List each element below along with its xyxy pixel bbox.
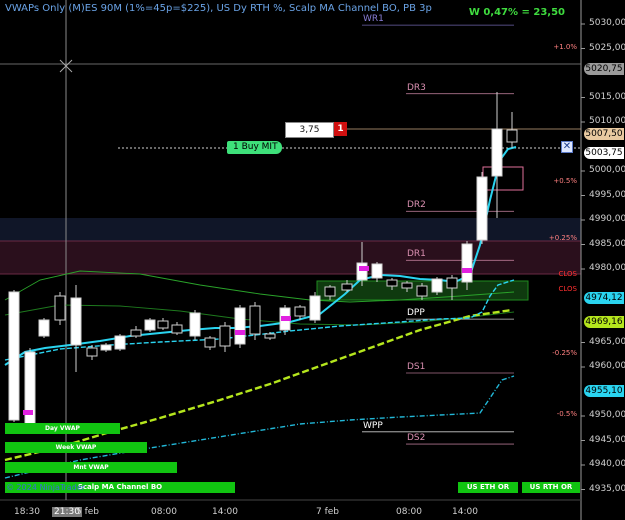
price-tick-label: 4935,00	[589, 483, 625, 494]
price-tick-label: 4940,00	[589, 459, 625, 469]
candle	[189, 310, 201, 340]
candle	[431, 277, 443, 295]
level-label-ds2: DS2	[407, 433, 426, 444]
level-label-dpp: DPP	[407, 308, 425, 319]
level-label-dr1: DR1	[407, 249, 426, 260]
candle	[371, 262, 383, 282]
level-label-wr1: WR1	[363, 14, 384, 25]
watermark: © 2024 NinjaTrader	[6, 483, 86, 492]
price-marker[interactable]: 4969,16	[584, 316, 624, 329]
pct-label: +0.5%	[553, 177, 577, 186]
pl-readout: W 0,47% = 23,50	[468, 7, 565, 18]
candle	[249, 302, 261, 340]
chart-window[interactable]: VWAPs Only (M)ES 90M (1%=45p=$225), US D…	[0, 0, 625, 520]
buy-mit-order-tag[interactable]: 1 Buy MIT	[227, 141, 282, 154]
indicator-tag-0[interactable]: Day VWAP	[5, 423, 120, 434]
pct-label: CLOS	[558, 285, 578, 294]
price-tick-label: 5000,00	[589, 165, 625, 175]
price-marker[interactable]: 4974,12	[584, 291, 624, 304]
magenta-marker	[462, 268, 472, 273]
price-tick-label: 4980,00	[589, 263, 625, 273]
pct-label: CLOS	[558, 270, 578, 279]
time-label: 7 feb	[316, 507, 340, 517]
time-label: 5 feb	[76, 507, 100, 517]
level-label-wpp: WPP	[363, 420, 383, 431]
price-tick-label: 5015,00	[589, 91, 625, 102]
candle	[24, 348, 36, 430]
candle	[130, 326, 142, 338]
price-tick-label: 4965,00	[589, 336, 625, 347]
time-label: 14:00	[452, 507, 478, 517]
magenta-marker	[235, 330, 245, 335]
candle	[171, 322, 183, 335]
magenta-marker	[281, 316, 291, 321]
candle	[38, 318, 50, 338]
price-tick-label: 4950,00	[589, 410, 625, 420]
candle	[157, 318, 169, 330]
price-tick-label: 4985,00	[589, 238, 625, 249]
candle	[114, 334, 126, 351]
indicator-tag-5[interactable]: US RTH OR	[522, 482, 580, 493]
level-label-ds1: DS1	[407, 362, 426, 372]
price-tick-label: 4960,00	[589, 361, 625, 371]
price-marker[interactable]: 4955,10	[584, 385, 624, 397]
price-tick-label: 4990,00	[589, 214, 625, 224]
price-tick-label: 4995,00	[589, 189, 625, 200]
level-label-dr2: DR2	[407, 200, 426, 211]
price-marker[interactable]: 5007,50	[584, 128, 624, 141]
price-tick-label: 4945,00	[589, 434, 625, 445]
candle	[506, 112, 518, 148]
magenta-marker	[23, 410, 33, 415]
time-label: 08:00	[151, 507, 177, 517]
price-tick-label: 5025,00	[589, 42, 625, 53]
price-tick-label: 5010,00	[589, 116, 625, 126]
candle	[309, 292, 321, 323]
order-quantity-box[interactable]: 3,75	[285, 122, 334, 138]
zone-band-upper	[0, 218, 581, 241]
indicator-tag-2[interactable]: Mnt VWAP	[5, 462, 177, 473]
time-label: 14:00	[212, 507, 238, 517]
indicator-tag-1[interactable]: Week VWAP	[5, 442, 147, 453]
time-label: 08:00	[396, 507, 422, 517]
pct-label: +0.25%	[548, 233, 577, 242]
candle	[476, 172, 488, 244]
indicator-tag-4[interactable]: US ETH OR	[458, 482, 518, 493]
price-marker[interactable]: 5003,75	[584, 146, 624, 159]
candle	[204, 336, 216, 350]
candle	[144, 318, 156, 332]
close-x-icon[interactable]: ✕	[561, 141, 573, 153]
zone-band-lower	[0, 241, 581, 274]
level-label-dr3: DR3	[407, 82, 426, 93]
time-label: 18:30	[14, 507, 40, 517]
order-count-badge[interactable]: 1	[334, 122, 347, 136]
candle	[8, 290, 20, 422]
candle	[491, 92, 503, 218]
magenta-marker	[359, 266, 369, 271]
price-tick-label: 5030,00	[589, 18, 625, 28]
candle	[70, 285, 82, 372]
candle	[234, 305, 246, 348]
pct-label: -0.25%	[552, 348, 577, 357]
pct-label: +1.0%	[553, 42, 577, 51]
price-marker[interactable]: 5020,75	[584, 63, 624, 76]
chart-title: VWAPs Only (M)ES 90M (1%=45p=$225), US D…	[5, 3, 432, 14]
pct-label: -0.5%	[556, 410, 577, 418]
pending-entry-box	[482, 166, 524, 191]
candle	[219, 322, 231, 352]
candle	[54, 292, 66, 325]
